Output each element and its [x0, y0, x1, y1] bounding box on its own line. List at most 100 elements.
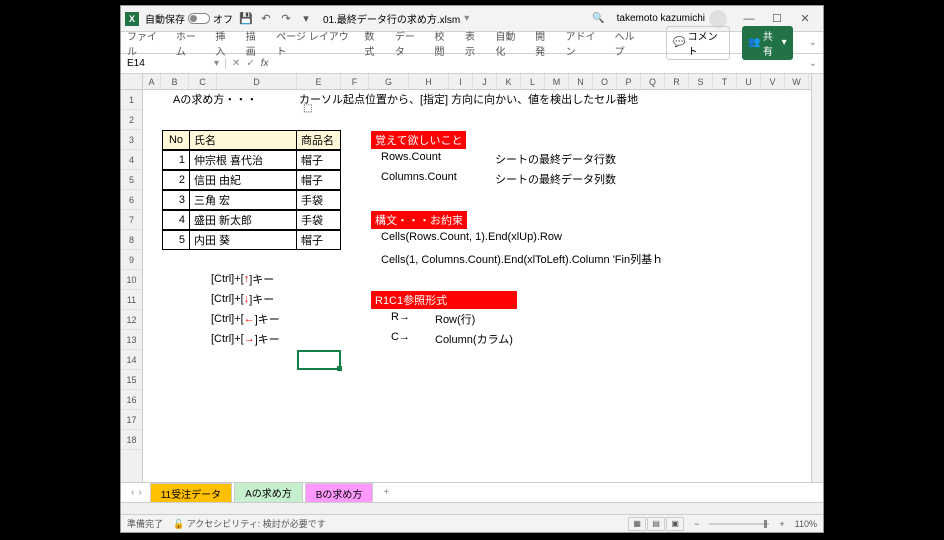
col-header[interactable]: I	[449, 74, 473, 89]
zoom-out-button[interactable]: −	[694, 519, 699, 529]
table-cell-name: 信田 由紀	[189, 170, 297, 190]
row-header[interactable]: 18	[121, 430, 142, 450]
selected-cell[interactable]	[297, 350, 341, 370]
name-box-dropdown-icon[interactable]: ▾	[214, 58, 219, 69]
zoom-level[interactable]: 110%	[795, 519, 817, 529]
col-header[interactable]: M	[545, 74, 569, 89]
zoom-in-button[interactable]: +	[779, 519, 784, 529]
col-header[interactable]: K	[497, 74, 521, 89]
ribbon-tab[interactable]: 開発	[535, 28, 553, 58]
redo-icon[interactable]: ↷	[279, 12, 293, 26]
col-header[interactable]: T	[713, 74, 737, 89]
highlight-block: R1C1参照形式	[371, 291, 517, 309]
page-break-button[interactable]: ▣	[666, 517, 684, 531]
col-header[interactable]: S	[689, 74, 713, 89]
tab-nav-prev-icon[interactable]: ‹	[131, 487, 134, 498]
ribbon-tab[interactable]: ホーム	[176, 28, 203, 58]
ribbon-tab[interactable]: 描画	[246, 28, 264, 58]
row-header[interactable]: 9	[121, 250, 142, 270]
search-area[interactable]: 🔍	[592, 13, 604, 24]
table-cell-no: 1	[162, 150, 190, 170]
row-header[interactable]: 11	[121, 290, 142, 310]
row-header[interactable]: 10	[121, 270, 142, 290]
row-header[interactable]: 4	[121, 150, 142, 170]
row-header[interactable]: 1	[121, 90, 142, 110]
cancel-icon[interactable]: ✕	[232, 58, 240, 69]
accessibility-status[interactable]: 🔓 アクセシビリティ: 検討が必要です	[173, 517, 326, 530]
row-header[interactable]: 5	[121, 170, 142, 190]
ribbon-tab[interactable]: アドイン	[566, 28, 603, 58]
autosave-toggle[interactable]: 自動保存 オフ	[145, 11, 233, 26]
col-header[interactable]: D	[217, 74, 297, 89]
vertical-scrollbar[interactable]	[811, 74, 823, 482]
row-header[interactable]: 17	[121, 410, 142, 430]
status-ready: 準備完了	[127, 517, 163, 530]
enter-icon[interactable]: ✓	[246, 58, 254, 69]
row-header[interactable]: 7	[121, 210, 142, 230]
row-header[interactable]: 13	[121, 330, 142, 350]
cell-text: Columns.Count	[381, 171, 457, 183]
table-cell-name: 三角 宏	[189, 190, 297, 210]
filename-dropdown-icon[interactable]: ▾	[464, 13, 469, 24]
undo-icon[interactable]: ↶	[259, 12, 273, 26]
toggle-switch-icon[interactable]	[188, 13, 210, 24]
col-header[interactable]: B	[161, 74, 189, 89]
close-button[interactable]: ✕	[791, 9, 819, 29]
page-layout-button[interactable]: ▤	[647, 517, 665, 531]
row-header[interactable]: 12	[121, 310, 142, 330]
col-header[interactable]: P	[617, 74, 641, 89]
row-header[interactable]: 3	[121, 130, 142, 150]
col-header[interactable]: W	[785, 74, 809, 89]
cell-text: シートの最終データ列数	[495, 171, 616, 187]
row-header[interactable]: 15	[121, 370, 142, 390]
avatar[interactable]	[709, 10, 727, 28]
formula-expand-icon[interactable]: ⌄	[803, 58, 823, 69]
col-header[interactable]: L	[521, 74, 545, 89]
ribbon-tab[interactable]: 校閲	[435, 28, 453, 58]
normal-view-button[interactable]: ▦	[628, 517, 646, 531]
ribbon-tab[interactable]: データ	[395, 28, 423, 58]
col-header[interactable]: V	[761, 74, 785, 89]
ribbon-tab[interactable]: ページ レイアウト	[276, 28, 352, 58]
row-header[interactable]: 16	[121, 390, 142, 410]
save-icon[interactable]: 💾	[239, 12, 253, 26]
name-box[interactable]: E14 ▾	[121, 58, 226, 69]
sheet-tab-active[interactable]: Aの求め方	[234, 482, 303, 504]
sheet-tab[interactable]: Bの求め方	[305, 483, 374, 503]
qat-dropdown-icon[interactable]: ▾	[299, 12, 313, 26]
add-sheet-button[interactable]: +	[375, 487, 397, 498]
col-header[interactable]: O	[593, 74, 617, 89]
col-header[interactable]: C	[189, 74, 217, 89]
col-header[interactable]: A	[143, 74, 161, 89]
col-header[interactable]: U	[737, 74, 761, 89]
row-header[interactable]: 6	[121, 190, 142, 210]
row-header[interactable]: 2	[121, 110, 142, 130]
grid-body[interactable]: Aの求め方・・・ カーソル起点位置から、[指定] 方向に向かい、値を検出したセル…	[143, 90, 811, 482]
col-header[interactable]: R	[665, 74, 689, 89]
fx-icon[interactable]: fx	[261, 58, 269, 69]
row-headers: 123456789101112131415161718	[121, 74, 143, 482]
select-all-corner[interactable]	[121, 74, 142, 90]
horizontal-scrollbar[interactable]	[121, 502, 823, 514]
ribbon-tab[interactable]: ファイル	[127, 28, 164, 58]
ribbon-tab[interactable]: 挿入	[215, 28, 233, 58]
col-header[interactable]: J	[473, 74, 497, 89]
table-cell-no: 3	[162, 190, 190, 210]
col-header[interactable]: Q	[641, 74, 665, 89]
row-header[interactable]: 14	[121, 350, 142, 370]
row-header[interactable]: 8	[121, 230, 142, 250]
col-header[interactable]: F	[341, 74, 369, 89]
col-header[interactable]: H	[409, 74, 449, 89]
ribbon-tab[interactable]: 自動化	[495, 28, 523, 58]
ribbon-tab[interactable]: 数式	[364, 28, 382, 58]
ribbon-tab[interactable]: ヘルプ	[614, 28, 642, 58]
zoom-slider[interactable]	[709, 523, 769, 525]
col-header[interactable]: N	[569, 74, 593, 89]
ribbon-tab[interactable]: 表示	[465, 28, 483, 58]
col-headers: ABCDEFGHIJKLMNOPQRSTUVW	[143, 74, 811, 90]
tab-nav-next-icon[interactable]: ›	[138, 487, 141, 498]
sheet-tab[interactable]: 11受注データ	[150, 483, 232, 503]
ribbon-collapse-icon[interactable]: ⌄	[809, 37, 817, 48]
col-header[interactable]: E	[297, 74, 341, 89]
col-header[interactable]: G	[369, 74, 409, 89]
